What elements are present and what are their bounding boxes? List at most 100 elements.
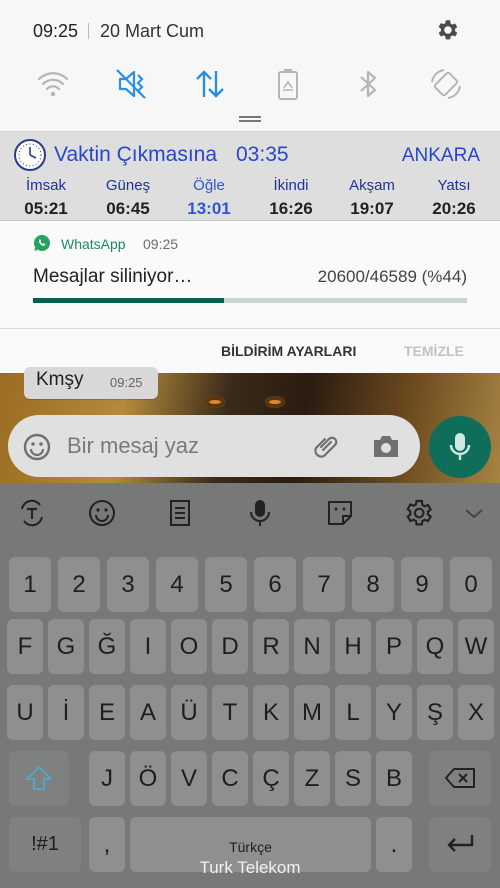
key-r[interactable]: R	[253, 619, 289, 674]
message-time: 09:25	[110, 375, 143, 390]
key-c-cedilla[interactable]: Ç	[253, 751, 289, 806]
key-0[interactable]: 0	[450, 557, 492, 612]
emoji-icon[interactable]	[86, 497, 118, 529]
key-w[interactable]: W	[458, 619, 494, 674]
key-d[interactable]: D	[212, 619, 248, 674]
prayer-clock: 06:45	[106, 199, 150, 218]
wifi-icon[interactable]	[35, 66, 71, 102]
battery-saver-icon[interactable]	[270, 66, 306, 102]
key-x[interactable]: X	[458, 685, 494, 740]
key-e[interactable]: E	[89, 685, 125, 740]
key-s-cedilla[interactable]: Ş	[417, 685, 453, 740]
key-a[interactable]: A	[130, 685, 166, 740]
key-6[interactable]: 6	[254, 557, 296, 612]
keyboard-toolbar	[0, 483, 500, 543]
notification-settings-button[interactable]: BİLDİRİM AYARLARI	[221, 343, 356, 359]
key-9[interactable]: 9	[401, 557, 443, 612]
backspace-icon	[445, 768, 475, 788]
gear-icon[interactable]	[434, 17, 460, 43]
shift-key[interactable]	[9, 751, 69, 806]
key-i-dotless[interactable]: I	[130, 619, 166, 674]
key-3[interactable]: 3	[107, 557, 149, 612]
clear-button[interactable]: TEMİZLE	[404, 343, 464, 359]
message-composer[interactable]: Bir mesaj yaz	[8, 415, 420, 477]
clock-logo-icon	[14, 139, 46, 171]
sticker-icon[interactable]	[324, 497, 356, 529]
prayer-time-gunes: Güneş 06:45	[88, 177, 168, 219]
key-g[interactable]: G	[48, 619, 84, 674]
carrier-label: Turk Telekom	[199, 858, 301, 877]
key-j[interactable]: J	[89, 751, 125, 806]
key-p[interactable]: P	[376, 619, 412, 674]
key-5[interactable]: 5	[205, 557, 247, 612]
attach-icon[interactable]	[312, 432, 340, 460]
whatsapp-icon	[34, 235, 50, 251]
key-q[interactable]: Q	[417, 619, 453, 674]
drag-handle[interactable]	[239, 116, 261, 122]
whatsapp-time: 09:25	[143, 236, 179, 252]
prayer-city: ANKARA	[401, 145, 480, 166]
prayer-times-notification[interactable]: Vaktin Çıkmasına 03:35 ANKARA İmsak 05:2…	[0, 132, 500, 221]
camera-icon[interactable]	[371, 433, 401, 459]
keyboard-settings-icon[interactable]	[402, 497, 434, 529]
key-u[interactable]: U	[7, 685, 43, 740]
mobile-data-icon[interactable]	[192, 66, 228, 102]
prayer-name: Yatsı	[437, 177, 471, 194]
prayer-time-aksam: Akşam 19:07	[332, 177, 412, 219]
prayer-time-imsak: İmsak 05:21	[6, 177, 86, 219]
key-t[interactable]: T	[212, 685, 248, 740]
key-1[interactable]: 1	[9, 557, 51, 612]
key-i-dotted[interactable]: İ	[48, 685, 84, 740]
auto-rotate-icon[interactable]	[428, 66, 464, 102]
key-f[interactable]: F	[7, 619, 43, 674]
key-o[interactable]: O	[171, 619, 207, 674]
sound-off-icon[interactable]	[114, 66, 150, 102]
key-k[interactable]: K	[253, 685, 289, 740]
clipboard-icon[interactable]	[164, 497, 196, 529]
prayer-title: Vaktin Çıkmasına	[54, 143, 218, 166]
key-g-breve[interactable]: Ğ	[89, 619, 125, 674]
key-c[interactable]: C	[212, 751, 248, 806]
key-8[interactable]: 8	[352, 557, 394, 612]
notification-shade: 09:25 20 Mart Cum	[0, 0, 500, 132]
clock: 09:25	[33, 21, 79, 41]
key-7[interactable]: 7	[303, 557, 345, 612]
key-z[interactable]: Z	[294, 751, 330, 806]
backspace-key[interactable]	[429, 751, 491, 806]
space-key-label: Türkçe	[229, 839, 272, 855]
date: 20 Mart Cum	[100, 21, 205, 41]
microphone-icon[interactable]	[244, 497, 276, 529]
key-l[interactable]: L	[335, 685, 371, 740]
prayer-clock: 19:07	[350, 199, 394, 218]
emoji-icon[interactable]	[22, 432, 52, 462]
key-h[interactable]: H	[335, 619, 371, 674]
prayer-remaining-time: 03:35	[236, 143, 289, 166]
key-4[interactable]: 4	[156, 557, 198, 612]
keyboard: 1 2 3 4 5 6 7 8 9 0 F G Ğ I O D R N H P …	[0, 483, 500, 888]
key-y[interactable]: Y	[376, 685, 412, 740]
message-bubble[interactable]: Kmşy 09:25	[24, 367, 158, 399]
key-v[interactable]: V	[171, 751, 207, 806]
bluetooth-icon[interactable]	[350, 66, 386, 102]
key-b[interactable]: B	[376, 751, 412, 806]
microphone-icon	[449, 433, 471, 460]
translate-icon[interactable]	[16, 497, 48, 529]
whatsapp-notification[interactable]: WhatsApp 09:25 Mesajlar siliniyor… 20600…	[0, 221, 500, 329]
shift-icon	[26, 766, 52, 790]
message-text: Kmşy	[36, 369, 84, 390]
prayer-clock: 13:01	[187, 199, 231, 218]
key-m[interactable]: M	[294, 685, 330, 740]
key-o-umlaut[interactable]: Ö	[130, 751, 166, 806]
cat-eye	[205, 396, 225, 408]
whatsapp-app-name: WhatsApp	[61, 236, 126, 252]
key-2[interactable]: 2	[58, 557, 100, 612]
voice-record-button[interactable]	[429, 416, 491, 478]
chevron-down-icon[interactable]	[458, 497, 490, 529]
key-u-umlaut[interactable]: Ü	[171, 685, 207, 740]
prayer-name: İkindi	[273, 177, 309, 194]
key-n[interactable]: N	[294, 619, 330, 674]
key-s[interactable]: S	[335, 751, 371, 806]
status-row: 09:25 20 Mart Cum	[0, 0, 500, 62]
message-input[interactable]: Bir mesaj yaz	[67, 433, 199, 459]
prayer-time-ogle: Öğle 13:01	[169, 177, 249, 219]
